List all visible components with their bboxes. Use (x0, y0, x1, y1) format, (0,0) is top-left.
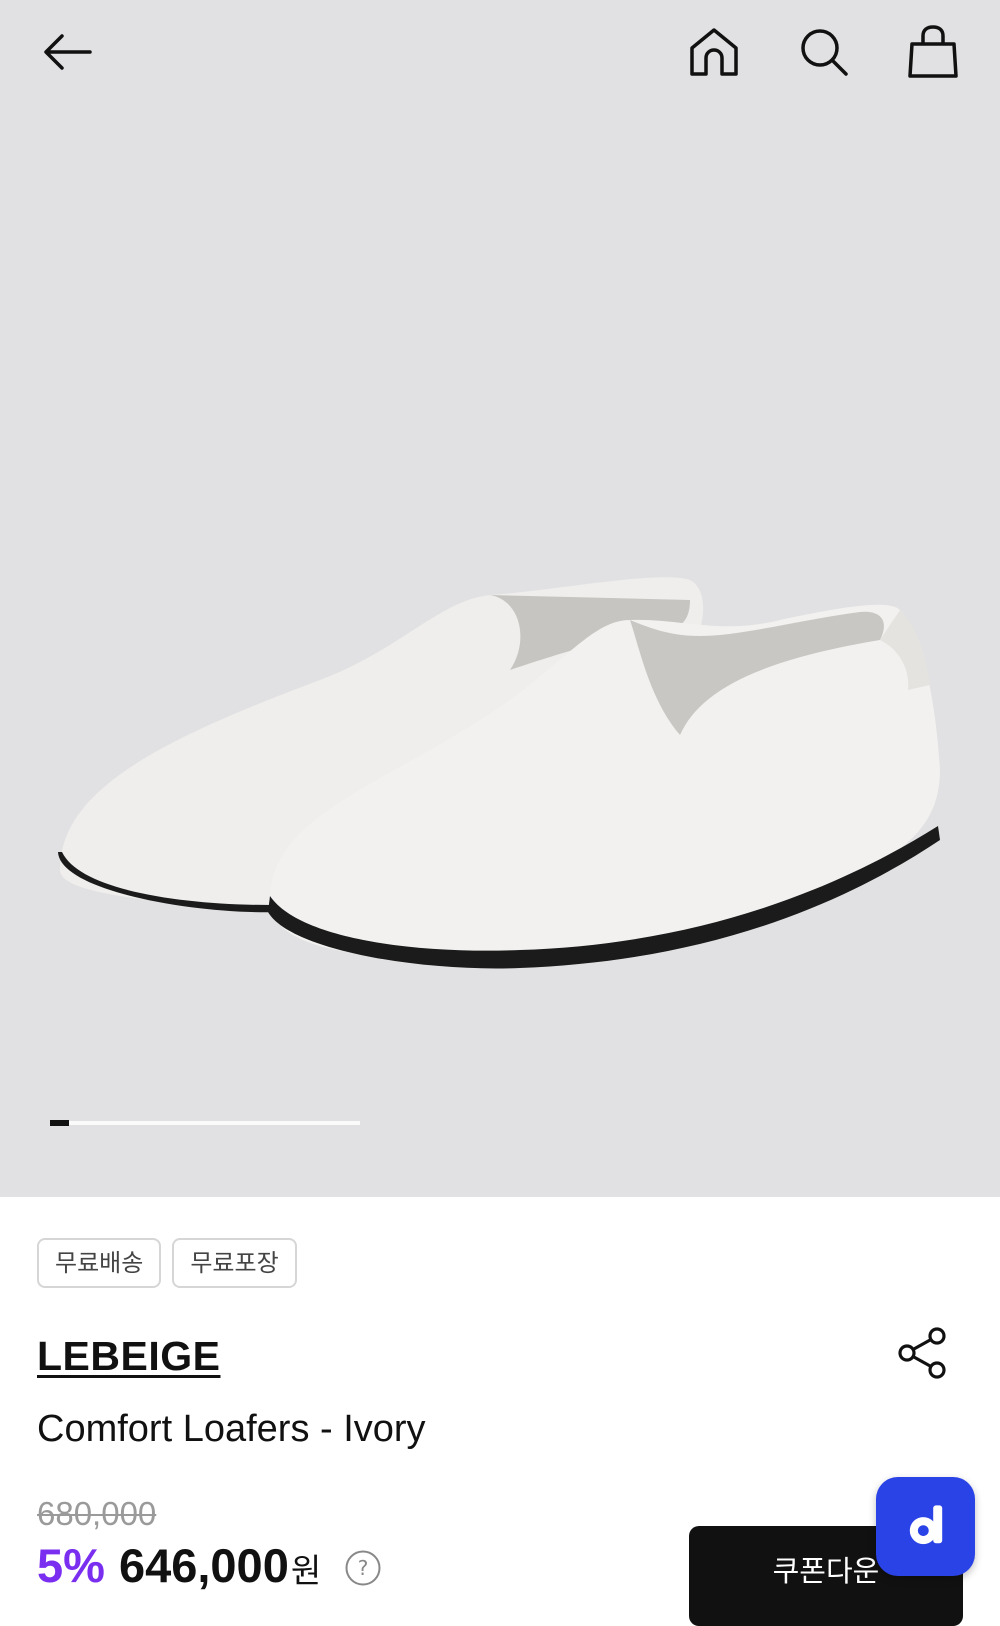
sale-price: 646,000 (118, 1539, 289, 1592)
svg-text:?: ? (358, 1556, 369, 1580)
arrow-left-icon (44, 34, 92, 70)
free-shipping-badge: 무료배송 (37, 1238, 162, 1288)
benefit-badges: 무료배송 무료포장 (37, 1238, 297, 1288)
product-image (58, 577, 940, 969)
floating-app-button[interactable] (876, 1477, 975, 1576)
discount-rate: 5% (37, 1539, 105, 1592)
share-icon (898, 1327, 946, 1379)
brand-link[interactable]: LEBEIGE (37, 1333, 220, 1380)
product-image-gallery[interactable] (0, 0, 1000, 1197)
gallery-progress-bar (50, 1120, 360, 1126)
back-button[interactable] (38, 22, 98, 82)
d-logo-icon (909, 1504, 942, 1544)
home-button[interactable] (684, 22, 744, 82)
free-wrapping-badge: 무료포장 (172, 1238, 297, 1288)
share-button[interactable] (895, 1325, 951, 1381)
search-button[interactable] (794, 22, 854, 82)
original-price: 680,000 (37, 1495, 157, 1532)
product-name: Comfort Loafers - Ivory (37, 1408, 426, 1450)
price-row: 5% 646,000 원 (37, 1538, 321, 1598)
gallery-progress-indicator (50, 1120, 69, 1126)
search-icon (801, 29, 848, 76)
home-icon (690, 28, 738, 76)
currency-unit: 원 (290, 1552, 322, 1589)
cart-button[interactable] (903, 22, 963, 82)
top-navigation-bar (0, 0, 1000, 110)
question-circle-icon[interactable]: ? (344, 1549, 382, 1587)
shopping-bag-icon (908, 25, 958, 78)
